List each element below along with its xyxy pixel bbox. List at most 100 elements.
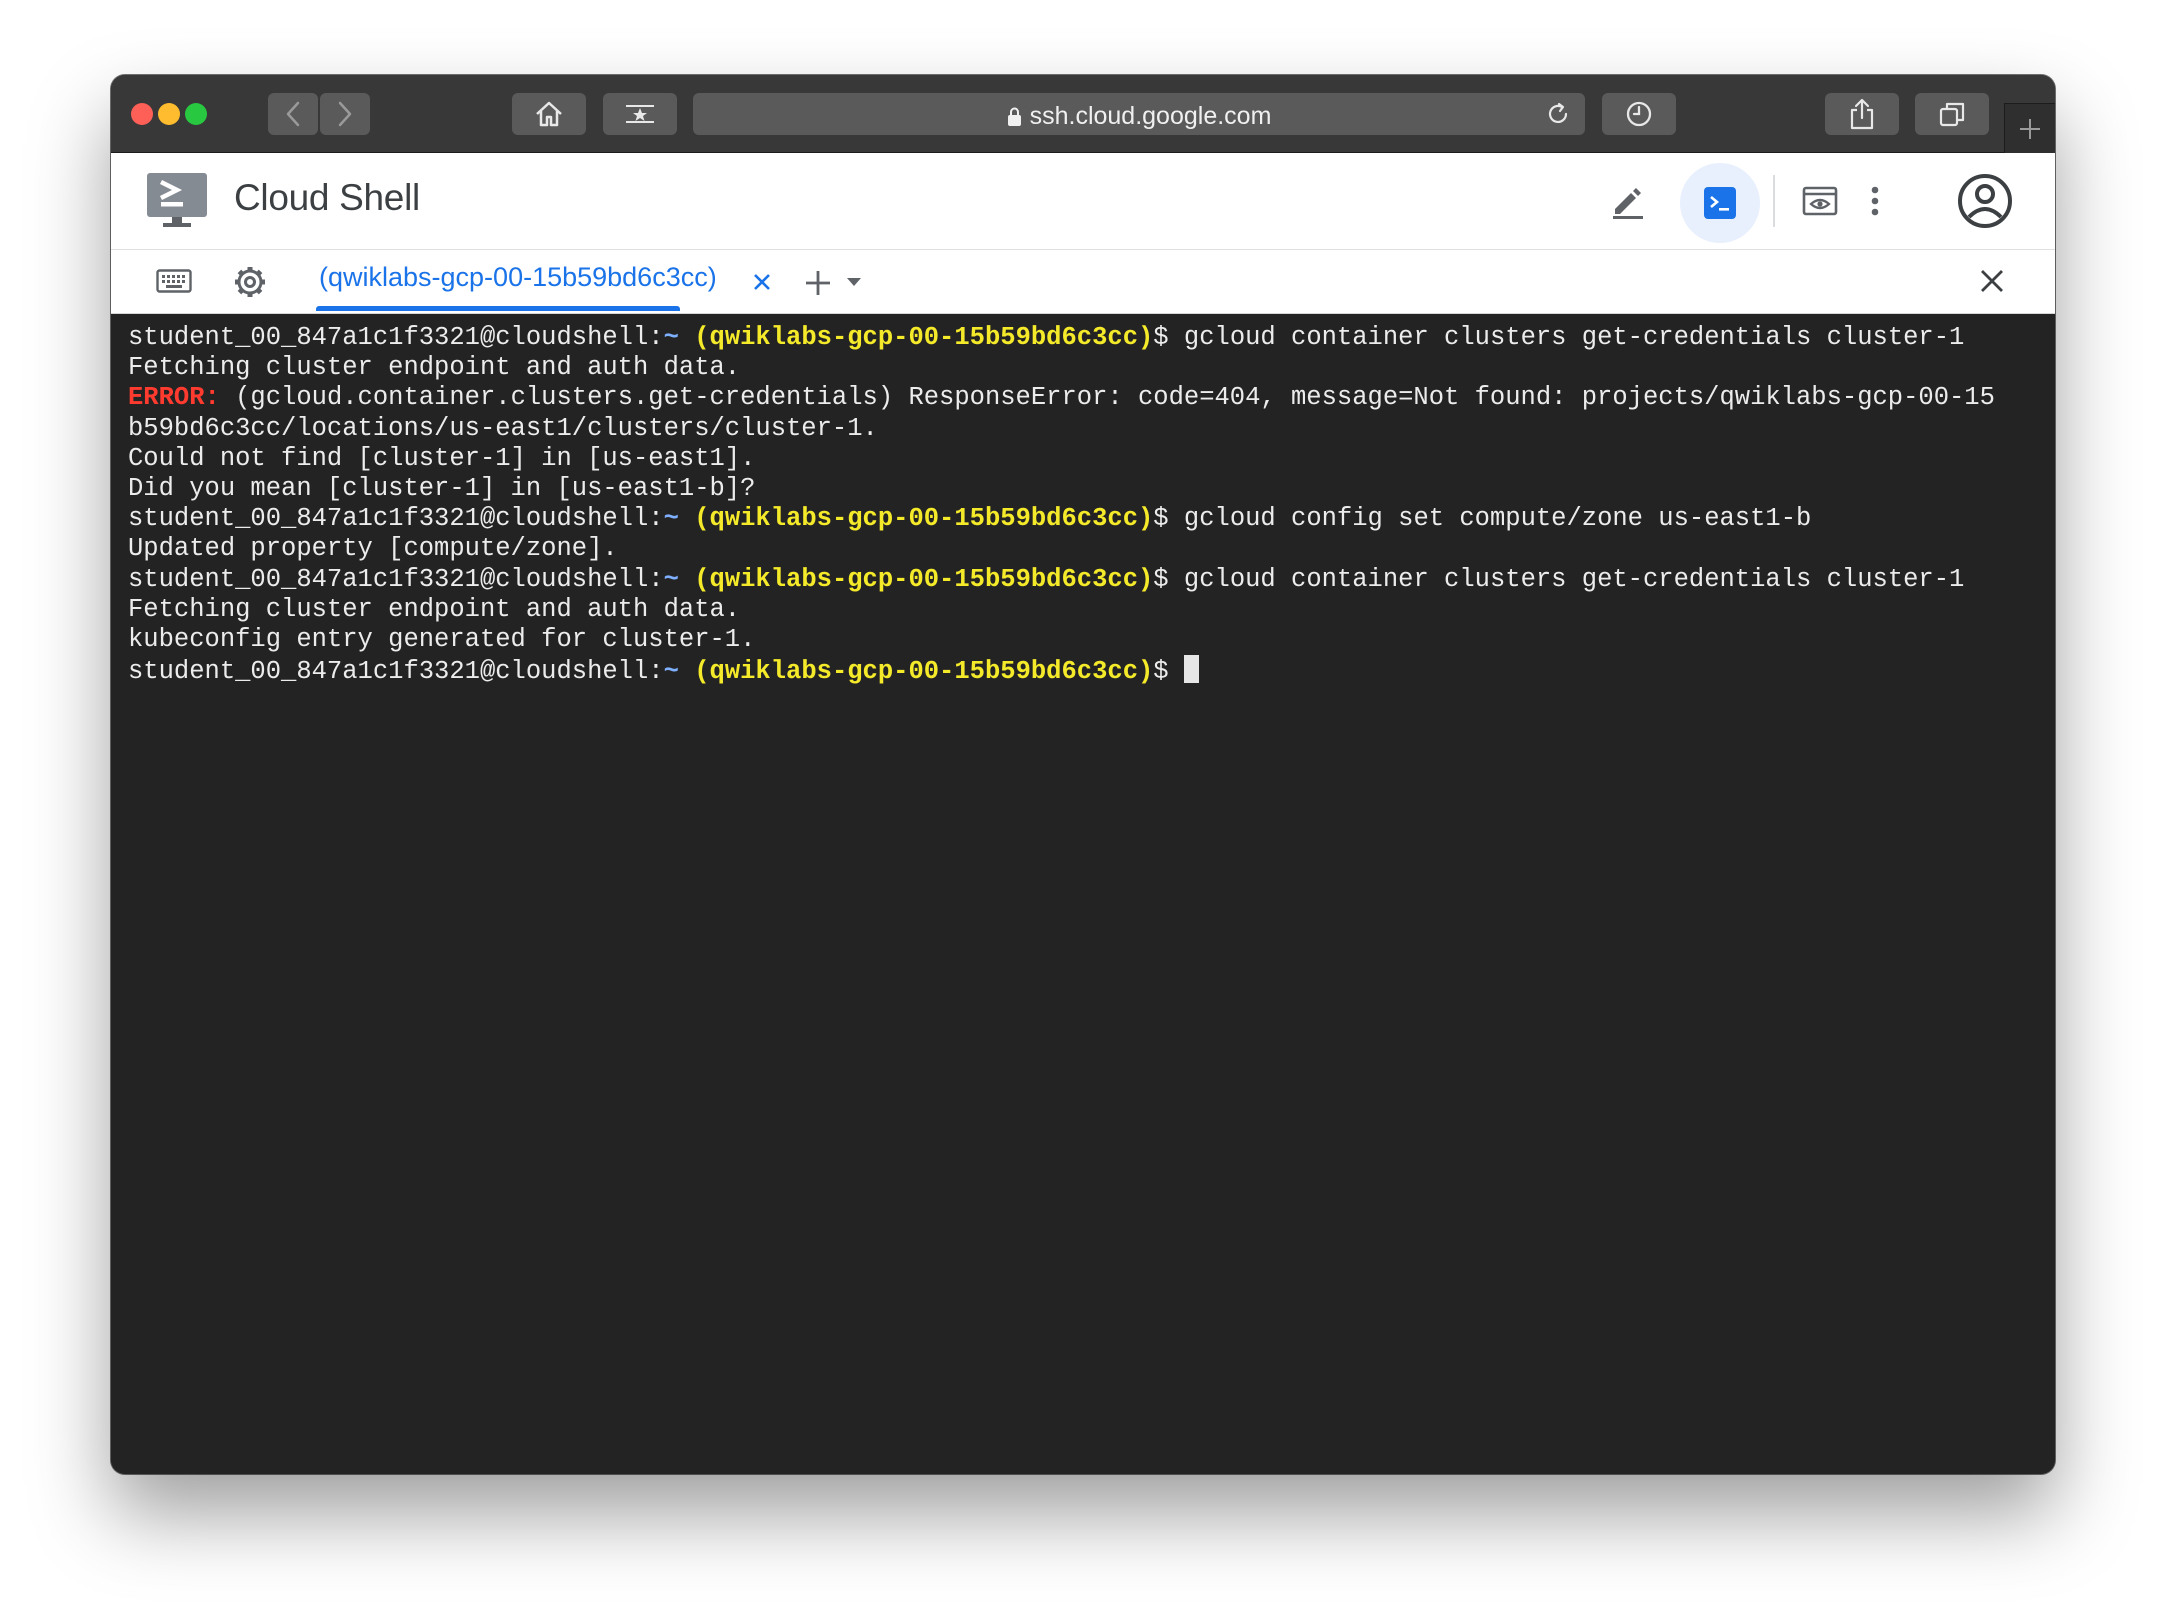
command-text: gcloud container clusters get-credential… — [1168, 564, 1965, 594]
prompt-path: ~ — [663, 657, 679, 687]
caret-down-icon — [847, 278, 861, 286]
close-icon — [1981, 270, 2003, 292]
star-box-icon — [626, 105, 654, 123]
prompt-path: ~ — [663, 564, 679, 594]
close-icon — [754, 274, 770, 290]
terminal-prompt-line: student_00_847a1c1f3321@cloudshell:~ (qw… — [128, 504, 1995, 534]
output-text: Did you mean [cluster-1] in [us-east1-b]… — [128, 473, 756, 503]
cloudshell-logo — [147, 173, 207, 234]
new-tab-button[interactable] — [2004, 103, 2055, 154]
prompt-path: ~ — [663, 504, 679, 534]
browser-toolbar: ssh.cloud.google.com — [111, 75, 2055, 154]
terminal-cursor — [1183, 655, 1199, 684]
share-icon — [1850, 98, 1874, 130]
add-tab-button[interactable] — [801, 266, 835, 300]
prompt-user: student_00_847a1c1f3321@cloudshell: — [128, 323, 664, 352]
reload-button[interactable] — [1545, 101, 1571, 134]
prompt-project: (qwiklabs-gcp-00-15b59bd6c3cc) — [694, 564, 1154, 594]
account-circle-icon — [1958, 174, 2012, 228]
active-tab-indicator — [316, 306, 680, 311]
bookmarks-button[interactable] — [603, 93, 677, 135]
web-preview-icon — [1802, 186, 1838, 216]
zoom-window-button[interactable] — [185, 103, 207, 125]
browser-window: ssh.cloud.google.com Cloud Shell (qwikla… — [111, 75, 2055, 1474]
keyboard-icon — [156, 269, 192, 293]
terminal-icon — [1704, 187, 1736, 219]
terminal-tab-strip: (qwiklabs-gcp-00-15b59bd6c3cc) — [111, 250, 2055, 314]
account-button[interactable] — [1955, 171, 2015, 231]
terminal-output: student_00_847a1c1f3321@cloudshell:~ (qw… — [128, 323, 1995, 687]
chevron-left-icon — [286, 101, 300, 127]
back-button[interactable] — [268, 93, 318, 135]
prompt-symbol: $ — [1153, 323, 1169, 352]
close-cloudshell-button[interactable] — [1975, 264, 2009, 298]
cloudshell-header: Cloud Shell — [111, 153, 2055, 250]
terminal-error-line: ERROR: (gcloud.container.clusters.get-cr… — [128, 383, 1995, 413]
terminal-prompt-line: student_00_847a1c1f3321@cloudshell:~ (qw… — [128, 323, 1995, 353]
clock-icon — [1626, 101, 1652, 127]
tabs-icon — [1939, 102, 1965, 127]
reload-icon — [1548, 102, 1568, 123]
minimize-window-button[interactable] — [158, 103, 180, 125]
output-text: Updated property [compute/zone]. — [128, 534, 618, 564]
more-options-button[interactable] — [1863, 181, 1887, 221]
open-editor-button[interactable] — [1608, 181, 1648, 221]
prompt-path: ~ — [663, 323, 679, 352]
terminal-prompt-line: student_00_847a1c1f3321@cloudshell:~ (qw… — [128, 655, 1995, 687]
prompt-symbol: $ — [1153, 564, 1169, 594]
output-text: b59bd6c3cc/locations/us-east1/clusters/c… — [128, 413, 878, 443]
terminal-output-line: Did you mean [cluster-1] in [us-east1-b]… — [128, 474, 1995, 504]
error-label: ERROR: — [128, 383, 220, 413]
chevron-right-icon — [338, 101, 352, 127]
command-text — [1169, 657, 1184, 686]
terminal-pane[interactable]: student_00_847a1c1f3321@cloudshell:~ (qw… — [111, 314, 2055, 1474]
terminal-output-line: Could not find [cluster-1] in [us-east1]… — [128, 444, 1995, 474]
home-button[interactable] — [512, 93, 586, 135]
prompt-user: student_00_847a1c1f3321@cloudshell: — [128, 657, 664, 687]
terminal-output-line: Fetching cluster endpoint and auth data. — [128, 595, 1995, 625]
prompt-project: (qwiklabs-gcp-00-15b59bd6c3cc) — [694, 504, 1154, 534]
command-text: gcloud container clusters get-credential… — [1168, 323, 1965, 352]
url-text: ssh.cloud.google.com — [1029, 102, 1272, 130]
keyboard-button[interactable] — [154, 266, 194, 296]
output-text: kubeconfig entry generated for cluster-1… — [128, 624, 756, 654]
header-divider — [1773, 175, 1775, 227]
terminal-output-line: kubeconfig entry generated for cluster-1… — [128, 625, 1995, 655]
output-text: Fetching cluster endpoint and auth data. — [128, 353, 741, 383]
settings-button[interactable] — [230, 262, 270, 302]
terminal-output-line: Fetching cluster endpoint and auth data. — [128, 353, 1995, 383]
close-window-button[interactable] — [131, 103, 153, 125]
prompt-user: student_00_847a1c1f3321@cloudshell: — [128, 564, 664, 594]
gear-icon — [235, 267, 265, 297]
address-bar[interactable]: ssh.cloud.google.com — [693, 93, 1585, 135]
close-tab-button[interactable] — [748, 268, 776, 296]
cloudshell-logo-icon — [147, 173, 207, 227]
error-text: (gcloud.container.clusters.get-credentia… — [219, 383, 1995, 413]
plus-icon — [806, 271, 830, 295]
prompt-project: (qwiklabs-gcp-00-15b59bd6c3cc) — [694, 657, 1154, 687]
share-button[interactable] — [1825, 93, 1899, 135]
prompt-project: (qwiklabs-gcp-00-15b59bd6c3cc) — [694, 323, 1154, 352]
lock-icon — [1007, 107, 1021, 127]
terminal-prompt-line: student_00_847a1c1f3321@cloudshell:~ (qw… — [128, 565, 1995, 595]
prompt-symbol: $ — [1153, 504, 1169, 534]
tab-menu-dropdown[interactable] — [844, 272, 864, 292]
command-text: gcloud config set compute/zone us-east1-… — [1168, 504, 1812, 534]
terminal-output-line: b59bd6c3cc/locations/us-east1/clusters/c… — [128, 414, 1995, 444]
terminal-output-line: Updated property [compute/zone]. — [128, 534, 1995, 564]
output-text: Fetching cluster endpoint and auth data. — [128, 594, 741, 624]
prompt-symbol: $ — [1153, 657, 1169, 687]
web-preview-button[interactable] — [1800, 183, 1840, 219]
more-vert-icon — [1871, 186, 1879, 216]
pencil-icon — [1613, 188, 1643, 219]
plus-icon — [2020, 119, 2040, 139]
output-text: Could not find [cluster-1] in [us-east1]… — [128, 443, 756, 473]
prompt-user: student_00_847a1c1f3321@cloudshell: — [128, 504, 664, 534]
tab-overview-button[interactable] — [1915, 93, 1989, 135]
tab-project[interactable]: (qwiklabs-gcp-00-15b59bd6c3cc) — [319, 262, 717, 293]
home-icon — [536, 101, 562, 127]
forward-button[interactable] — [320, 93, 370, 135]
open-terminal-button[interactable] — [1680, 163, 1760, 243]
history-button[interactable] — [1602, 93, 1676, 135]
app-title: Cloud Shell — [234, 177, 420, 218]
